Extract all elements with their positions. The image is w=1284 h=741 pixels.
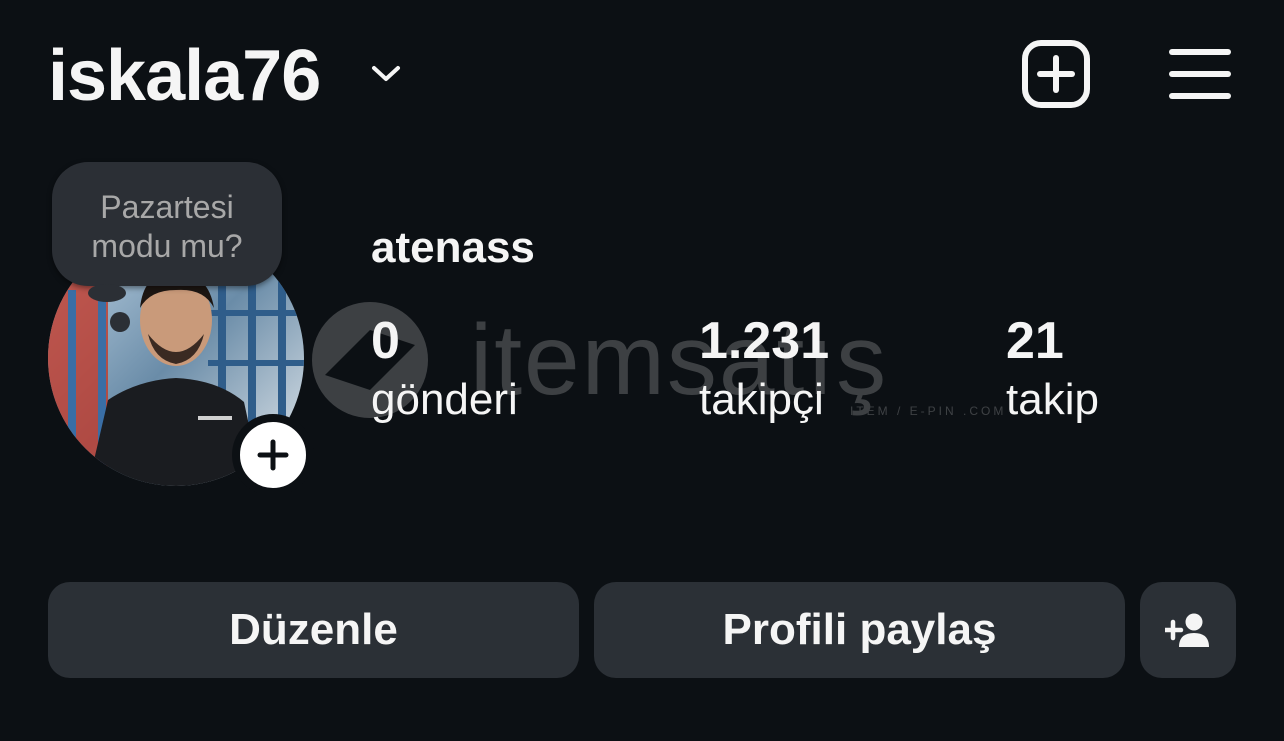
plus-icon [257, 439, 289, 471]
posts-count: 0 [371, 312, 400, 370]
discover-people-button[interactable] [1140, 582, 1236, 678]
following-count: 21 [1006, 312, 1064, 370]
followers-count: 1.231 [699, 312, 830, 370]
add-person-icon [1165, 613, 1209, 647]
following-label: takip [1006, 375, 1099, 424]
stat-posts[interactable]: 0 gönderi [371, 310, 518, 428]
note-bubble[interactable]: Pazartesi modu mu? [52, 162, 282, 286]
edit-profile-button[interactable]: Düzenle [48, 582, 579, 678]
followers-label: takipçi [699, 375, 824, 424]
stat-following[interactable]: 21 takip [1006, 310, 1099, 428]
note-tail-dot [88, 284, 126, 302]
stat-followers[interactable]: 1.231 takipçi [699, 310, 829, 428]
watermark-sub: ITEM / E-PIN .COM [850, 404, 1007, 418]
posts-label: gönderi [371, 375, 518, 424]
chevron-down-icon[interactable] [370, 62, 402, 86]
add-story-button[interactable] [232, 414, 314, 496]
profile-username[interactable]: iskala76 [48, 28, 321, 124]
plus-square-icon[interactable] [1020, 38, 1092, 110]
note-tail-dot-small [110, 312, 130, 332]
hamburger-menu-icon[interactable] [1166, 44, 1234, 104]
share-profile-button[interactable]: Profili paylaş [594, 582, 1125, 678]
note-text: Pazartesi modu mu? [91, 189, 243, 264]
display-name: atenass [371, 223, 535, 272]
